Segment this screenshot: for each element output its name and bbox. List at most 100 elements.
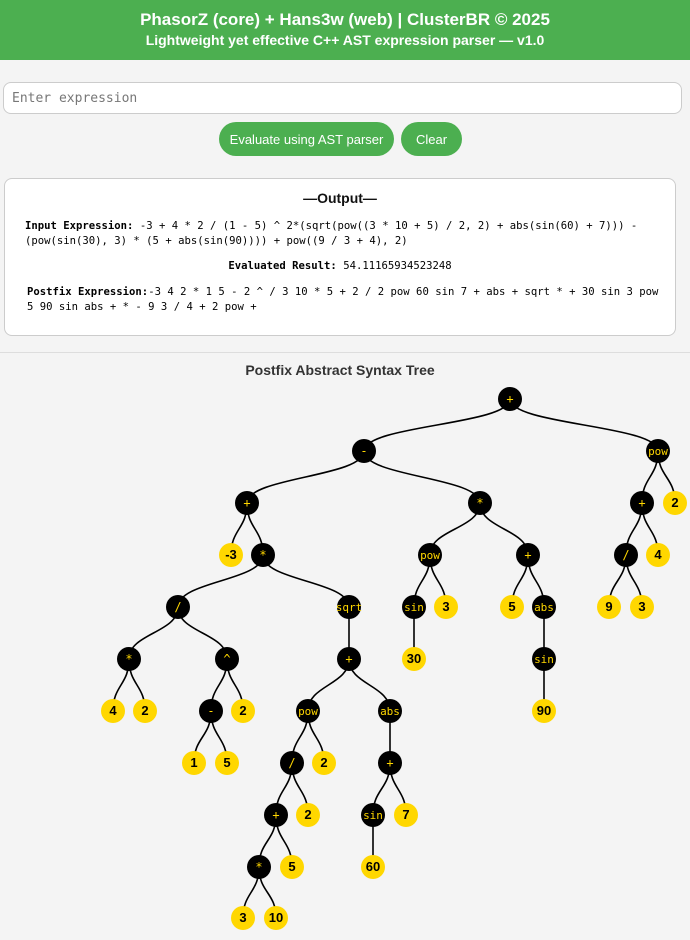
tree-node-label: + <box>506 392 513 406</box>
tree-operator-node: abs <box>378 699 402 723</box>
tree-operand-node: 5 <box>500 595 524 619</box>
tree-node-label: + <box>243 496 250 510</box>
tree-node-label: sin <box>534 653 554 666</box>
tree-node-label: 4 <box>109 703 117 718</box>
tree-operator-node: sin <box>361 803 385 827</box>
tree-node-label: 2 <box>304 807 311 822</box>
tree-operand-node: 90 <box>532 699 556 723</box>
tree-operand-node: 4 <box>101 699 125 723</box>
syntax-tree: +- pow+ * +2-3 * pow +/4/sqrt sin 3 5 abs 9 3* ^ +30 si… <box>101 387 687 930</box>
tree-operand-node: 7 <box>394 803 418 827</box>
tree-edge <box>363 450 481 504</box>
tree-operand-node: 30 <box>402 647 426 671</box>
tree-node-label: sqrt <box>336 601 363 614</box>
tree-node-label: 5 <box>223 755 230 770</box>
tree-node-label: 30 <box>407 651 421 666</box>
tree-edge <box>509 398 659 452</box>
tree-node-label: + <box>272 808 279 822</box>
tree-node-label: 2 <box>239 703 246 718</box>
tree-operand-node: 2 <box>312 751 336 775</box>
tree-operand-node: 3 <box>630 595 654 619</box>
tree-node-label: 90 <box>537 703 551 718</box>
tree-operand-node: 5 <box>280 855 304 879</box>
tree-operand-node: 10 <box>264 906 288 930</box>
tree-operator-node: pow <box>646 439 670 463</box>
tree-node-label: 10 <box>269 910 283 925</box>
tree-node-label: 3 <box>638 599 645 614</box>
tree-operator-node: / <box>166 595 190 619</box>
tree-operator-node: + <box>516 543 540 567</box>
tree-node-label: 3 <box>442 599 449 614</box>
tree-edge <box>363 398 511 452</box>
tree-operator-node: + <box>337 647 361 671</box>
tree-operand-node: 3 <box>434 595 458 619</box>
tree-node-label: + <box>524 548 531 562</box>
tree-node-label: 2 <box>671 495 678 510</box>
tree-operand-node: 60 <box>361 855 385 879</box>
tree-node-label: * <box>259 548 266 562</box>
tree-operator-node: * <box>117 647 141 671</box>
tree-node-label: 3 <box>239 910 246 925</box>
tree-node-label: pow <box>298 705 318 718</box>
tree-operator-node: + <box>378 751 402 775</box>
tree-nodes: +- pow+ * +2-3 * pow +/4/sqrt sin 3 5 abs 9 3* ^ +30 si… <box>101 387 687 930</box>
tree-node-label: 7 <box>402 807 409 822</box>
tree-node-label: - <box>360 444 367 458</box>
tree-node-label: * <box>125 652 132 666</box>
tree-node-label: + <box>638 496 645 510</box>
tree-node-label: pow <box>648 445 668 458</box>
tree-node-label: abs <box>380 705 400 718</box>
tree-operator-node: sqrt <box>336 595 363 619</box>
tree-operand-node: 5 <box>215 751 239 775</box>
tree-operator-node: - <box>199 699 223 723</box>
tree-node-label: 1 <box>190 755 197 770</box>
tree-operator-node: abs <box>532 595 556 619</box>
tree-operand-node: 9 <box>597 595 621 619</box>
tree-node-label: sin <box>363 809 383 822</box>
tree-operator-node: / <box>280 751 304 775</box>
tree-edge <box>262 554 350 608</box>
tree-operand-node: -3 <box>219 543 243 567</box>
tree-node-label: 4 <box>654 547 662 562</box>
tree-operator-node: + <box>630 491 654 515</box>
tree-operator-node: + <box>498 387 522 411</box>
tree-operand-node: 1 <box>182 751 206 775</box>
tree-node-label: - <box>207 704 214 718</box>
tree-operator-node: pow <box>418 543 442 567</box>
tree-node-label: + <box>386 756 393 770</box>
tree-node-label: 2 <box>320 755 327 770</box>
tree-node-label: 9 <box>605 599 612 614</box>
tree-operand-node: 2 <box>663 491 687 515</box>
tree-operand-node: 2 <box>133 699 157 723</box>
tree-operator-node: sin <box>402 595 426 619</box>
tree-edges <box>112 398 676 919</box>
tree-edge <box>246 450 365 504</box>
tree-node-label: / <box>622 548 629 562</box>
tree-node-label: * <box>255 860 262 874</box>
tree-node-label: -3 <box>225 547 237 562</box>
tree-operator-node: - <box>352 439 376 463</box>
tree-operator-node: sin <box>532 647 556 671</box>
tree-operator-node: + <box>264 803 288 827</box>
tree-operand-node: 4 <box>646 543 670 567</box>
tree-node-label: 2 <box>141 703 148 718</box>
tree-edge <box>177 554 264 608</box>
tree-operator-node: * <box>468 491 492 515</box>
tree-operand-node: 3 <box>231 906 255 930</box>
tree-node-label: * <box>476 496 483 510</box>
tree-node-label: 5 <box>288 859 295 874</box>
tree-node-label: abs <box>534 601 554 614</box>
tree-operator-node: * <box>251 543 275 567</box>
tree-node-label: / <box>288 756 295 770</box>
tree-operator-node: ^ <box>215 647 239 671</box>
tree-operator-node: / <box>614 543 638 567</box>
tree-operand-node: 2 <box>231 699 255 723</box>
tree-node-label: 5 <box>508 599 515 614</box>
tree-node-label: ^ <box>223 652 230 666</box>
tree-node-label: 60 <box>366 859 380 874</box>
tree-node-label: + <box>345 652 352 666</box>
tree-node-label: sin <box>404 601 424 614</box>
tree-operator-node: + <box>235 491 259 515</box>
tree-operator-node: pow <box>296 699 320 723</box>
tree-operator-node: * <box>247 855 271 879</box>
